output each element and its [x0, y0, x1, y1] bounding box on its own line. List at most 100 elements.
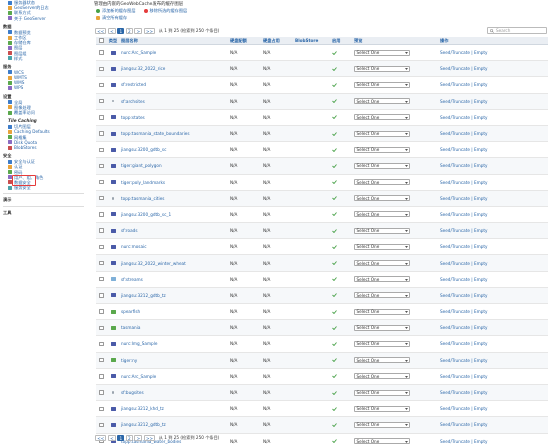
pager-last-button[interactable]: >>: [143, 435, 156, 441]
row-checkbox[interactable]: [99, 163, 104, 169]
row-checkbox[interactable]: [99, 50, 104, 55]
seed-truncate-empty-links[interactable]: Seed/Truncate | Empty: [440, 406, 548, 411]
layer-name-link[interactable]: nurc:Arc_Sample: [119, 374, 230, 379]
row-checkbox[interactable]: [99, 309, 104, 314]
pager-prev-button[interactable]: <: [107, 435, 116, 441]
seed-truncate-empty-links[interactable]: Seed/Truncate | Empty: [440, 390, 548, 395]
seed-truncate-empty-links[interactable]: Seed/Truncate | Empty: [440, 439, 548, 444]
row-checkbox[interactable]: [99, 82, 104, 88]
row-checkbox[interactable]: [99, 406, 104, 411]
sidebar-item[interactable]: 覆盖率访问: [3, 110, 88, 115]
preview-select[interactable]: Select One: [354, 130, 410, 137]
row-checkbox[interactable]: [99, 115, 104, 120]
seed-truncate-empty-links[interactable]: Seed/Truncate | Empty: [440, 422, 548, 427]
layer-name-link[interactable]: sf:bugsites: [119, 390, 230, 395]
col-enabled[interactable]: 启用: [330, 38, 354, 44]
row-checkbox[interactable]: [99, 98, 104, 104]
row-checkbox[interactable]: [99, 179, 104, 185]
preview-select[interactable]: Select One: [354, 243, 410, 250]
preview-select[interactable]: Select One: [354, 438, 410, 445]
sidebar-item[interactable]: WPS: [3, 85, 88, 90]
preview-select[interactable]: Select One: [354, 49, 410, 56]
seed-truncate-empty-links[interactable]: Seed/Truncate | Empty: [440, 261, 548, 266]
pager-next-button[interactable]: >: [134, 435, 143, 441]
preview-select[interactable]: Select One: [354, 389, 410, 396]
preview-select[interactable]: Select One: [354, 324, 410, 331]
pager-last-button[interactable]: >>: [143, 28, 156, 34]
seed-truncate-empty-links[interactable]: Seed/Truncate | Empty: [440, 115, 548, 120]
layer-name-link[interactable]: tasmania: [119, 325, 230, 330]
pager-prev-button[interactable]: <: [107, 28, 116, 34]
seed-truncate-empty-links[interactable]: Seed/Truncate | Empty: [440, 50, 548, 55]
preview-select[interactable]: Select One: [354, 179, 410, 186]
sidebar-item[interactable]: 关于 GeoServer: [3, 16, 88, 21]
preview-select[interactable]: Select One: [354, 98, 410, 105]
row-checkbox[interactable]: [99, 147, 104, 152]
pager-page-1[interactable]: 1: [117, 435, 125, 441]
seed-truncate-empty-links[interactable]: Seed/Truncate | Empty: [440, 309, 548, 314]
row-checkbox[interactable]: [99, 212, 104, 217]
layer-name-link[interactable]: topp:states: [119, 115, 230, 120]
sidebar-heading-tools[interactable]: 工具: [3, 210, 88, 216]
row-checkbox[interactable]: [99, 244, 104, 250]
add-cached-layer-link[interactable]: 添加新的缓存图层 移除所选的缓存图层: [96, 8, 187, 14]
layer-name-link[interactable]: topp:tasmania_state_boundaries: [119, 131, 230, 136]
preview-select[interactable]: Select One: [354, 260, 410, 267]
preview-select[interactable]: Select One: [354, 162, 410, 169]
preview-select[interactable]: Select One: [354, 227, 410, 234]
layer-name-link[interactable]: tiger:poly_landmarks: [119, 180, 230, 185]
layer-name-link[interactable]: tiger:giant_polygon: [119, 163, 230, 168]
row-checkbox[interactable]: [99, 196, 104, 201]
pager-next-button[interactable]: >: [134, 28, 143, 34]
seed-truncate-empty-links[interactable]: Seed/Truncate | Empty: [440, 66, 548, 71]
layer-name-link[interactable]: nurc:mosaic: [119, 244, 230, 249]
layer-name-link[interactable]: tiger:ny: [119, 358, 230, 363]
seed-truncate-empty-links[interactable]: Seed/Truncate | Empty: [440, 341, 548, 346]
preview-select[interactable]: Select One: [354, 292, 410, 299]
row-checkbox[interactable]: [99, 357, 104, 363]
empty-all-cache-link[interactable]: 清空所有缓存: [96, 15, 127, 21]
layer-name-link[interactable]: sf:restricted: [119, 82, 230, 87]
layer-name-link[interactable]: nurc:Img_Sample: [119, 341, 230, 346]
row-checkbox[interactable]: [99, 228, 104, 233]
pager-page-2[interactable]: 2: [125, 28, 133, 34]
layer-name-link[interactable]: sf:archsites: [119, 99, 230, 104]
seed-truncate-empty-links[interactable]: Seed/Truncate | Empty: [440, 374, 548, 379]
select-all-checkbox[interactable]: [99, 38, 104, 43]
seed-truncate-empty-links[interactable]: Seed/Truncate | Empty: [440, 358, 548, 363]
seed-truncate-empty-links[interactable]: Seed/Truncate | Empty: [440, 180, 548, 185]
layer-name-link[interactable]: sf:roads: [119, 228, 230, 233]
seed-truncate-empty-links[interactable]: Seed/Truncate | Empty: [440, 131, 548, 136]
seed-truncate-empty-links[interactable]: Seed/Truncate | Empty: [440, 293, 548, 298]
row-checkbox[interactable]: [99, 131, 104, 136]
row-checkbox[interactable]: [99, 66, 104, 71]
preview-select[interactable]: Select One: [354, 308, 410, 315]
preview-select[interactable]: Select One: [354, 195, 410, 202]
preview-select[interactable]: Select One: [354, 114, 410, 121]
row-checkbox[interactable]: [99, 422, 104, 428]
seed-truncate-empty-links[interactable]: Seed/Truncate | Empty: [440, 163, 548, 168]
row-checkbox[interactable]: [99, 341, 104, 347]
seed-truncate-empty-links[interactable]: Seed/Truncate | Empty: [440, 277, 548, 282]
remove-cached-layer-label[interactable]: 移除所选的缓存图层: [150, 8, 188, 14]
seed-truncate-empty-links[interactable]: Seed/Truncate | Empty: [440, 325, 548, 330]
row-checkbox[interactable]: [99, 260, 104, 266]
preview-select[interactable]: Select One: [354, 65, 410, 72]
layer-name-link[interactable]: sf:streams: [119, 277, 230, 282]
row-checkbox[interactable]: [99, 325, 104, 330]
row-checkbox[interactable]: [99, 277, 104, 282]
layer-name-link[interactable]: jiangsu:32_2022_winter_wheat: [119, 261, 230, 266]
sidebar-item[interactable]: 样式: [3, 56, 88, 61]
layer-name-link[interactable]: jiangsu:3212_gdtb_tz: [119, 293, 230, 298]
pager-page-2[interactable]: 2: [125, 435, 133, 441]
preview-select[interactable]: Select One: [354, 211, 410, 218]
layer-name-link[interactable]: jiangsu:3212_gdtb_tz: [119, 422, 230, 427]
row-checkbox[interactable]: [99, 374, 104, 379]
pager-first-button[interactable]: <<: [95, 435, 107, 441]
seed-truncate-empty-links[interactable]: Seed/Truncate | Empty: [440, 99, 548, 104]
seed-truncate-empty-links[interactable]: Seed/Truncate | Empty: [440, 244, 548, 249]
col-disk-quota[interactable]: 硬盘配额: [230, 38, 263, 44]
col-type[interactable]: 类型: [107, 38, 119, 44]
seed-truncate-empty-links[interactable]: Seed/Truncate | Empty: [440, 147, 548, 152]
preview-select[interactable]: Select One: [354, 421, 410, 428]
